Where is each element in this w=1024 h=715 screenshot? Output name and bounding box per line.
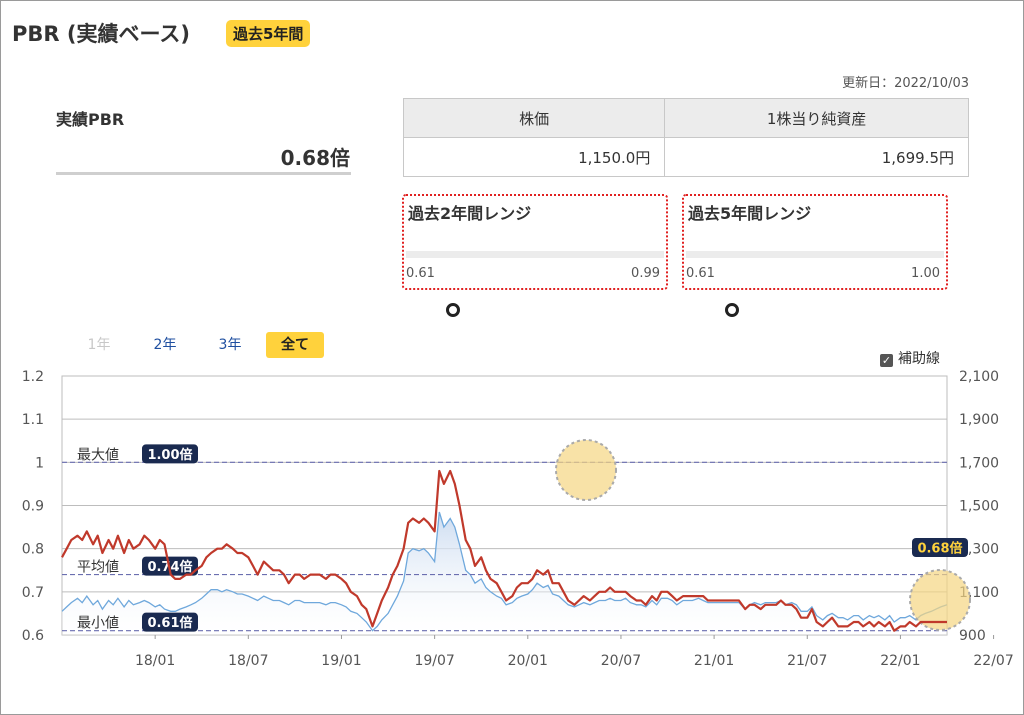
y-tick-left: 1.1 — [22, 412, 44, 428]
x-tick-label: 20/07 — [601, 653, 641, 669]
reference-line-badge-text: 0.61倍 — [147, 615, 192, 631]
x-tick-label: 22/01 — [880, 653, 920, 669]
peak-highlight — [555, 439, 617, 501]
y-tick-left: 1.2 — [22, 369, 44, 385]
x-tick-label: 19/01 — [321, 653, 361, 669]
y-tick-right: 2,100 — [959, 369, 999, 385]
reference-line-label: 最大値 — [77, 447, 119, 463]
y-tick-right: 900 — [959, 628, 986, 644]
pbr-chart: 1.2 2,1001.1 1,9001 1,7000.9 1,5000.8 1,3000.… — [22, 369, 1014, 669]
x-tick-label: 18/01 — [135, 653, 175, 669]
x-tick-label: 18/07 — [228, 653, 268, 669]
x-tick-label: 19/07 — [414, 653, 454, 669]
x-tick-label: 21/01 — [694, 653, 734, 669]
reference-line-label: 最小値 — [77, 616, 119, 632]
y-tick-left: 1 — [35, 455, 44, 471]
reference-line-badge-text: 1.00倍 — [147, 447, 192, 463]
current-value-text: 0.68倍 — [917, 541, 962, 557]
x-tick-label: 22/07 — [973, 653, 1013, 669]
reference-line-label: 平均値 — [77, 560, 119, 576]
y-tick-right: 1,500 — [959, 499, 999, 515]
y-tick-left: 0.9 — [22, 499, 44, 515]
y-tick-left: 0.7 — [22, 585, 44, 601]
y-tick-left: 0.8 — [22, 542, 44, 558]
x-tick-label: 20/01 — [508, 653, 548, 669]
y-tick-right: 1,900 — [959, 412, 999, 428]
y-tick-right: 1,700 — [959, 455, 999, 471]
x-tick-label: 21/07 — [787, 653, 827, 669]
y-tick-left: 0.6 — [22, 628, 44, 644]
